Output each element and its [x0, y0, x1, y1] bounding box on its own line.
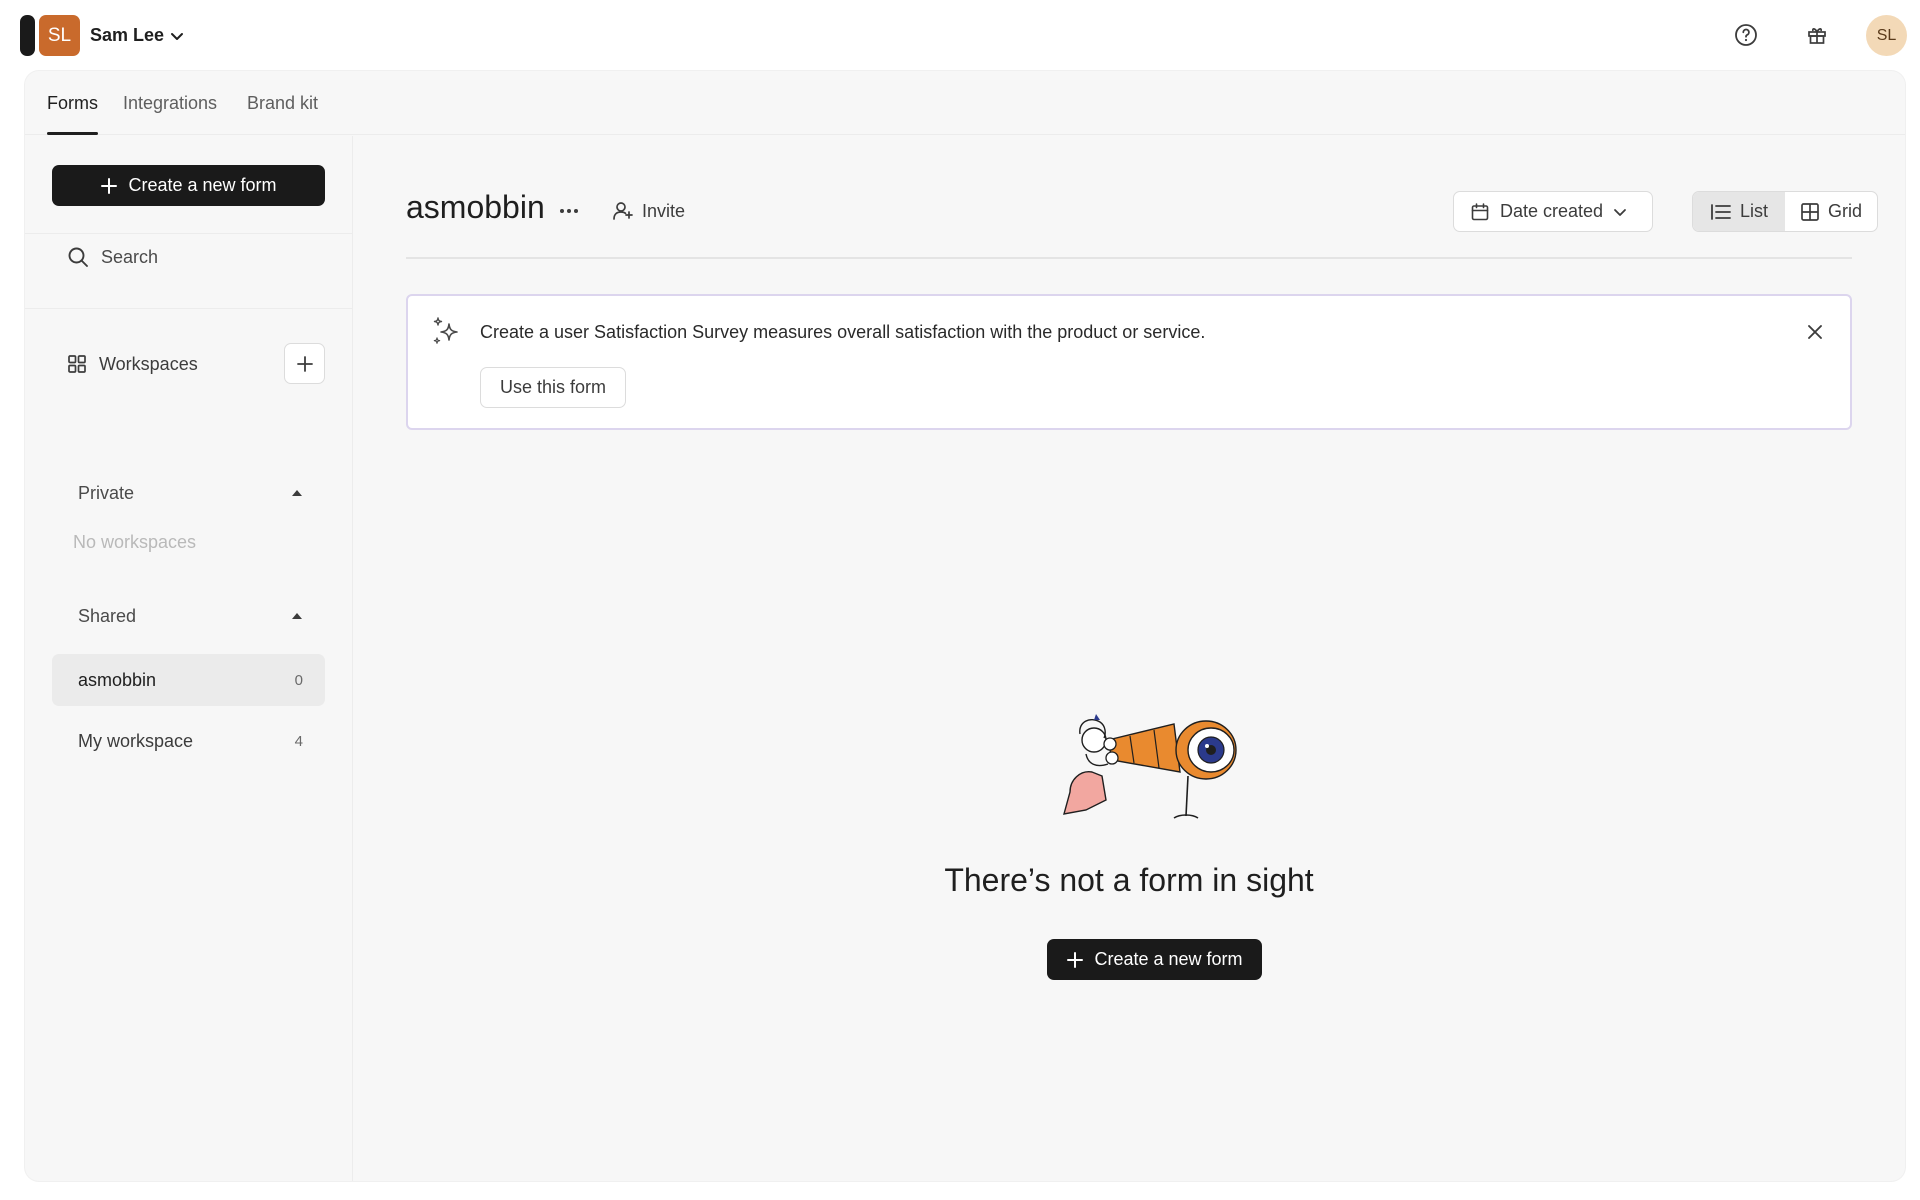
telescope-illustration [1063, 714, 1237, 819]
search-input[interactable]: Search [67, 240, 158, 274]
workspace-name: asmobbin [78, 669, 157, 690]
list-icon [1711, 203, 1731, 220]
private-group-toggle[interactable]: Private [52, 473, 325, 513]
caret-up-icon [292, 613, 302, 619]
main-card: Forms Integrations Brand kit Create a ne… [25, 71, 1905, 1181]
add-workspace-button[interactable] [284, 343, 325, 384]
gift-icon[interactable] [1799, 17, 1835, 53]
workspace-title: asmobbin [406, 189, 545, 225]
private-group-label: Private [78, 482, 135, 503]
sort-label: Date created [1500, 201, 1604, 221]
workspace-count: 4 [294, 732, 303, 750]
template-suggestion-banner: Create a user Satisfaction Survey measur… [406, 294, 1852, 430]
tab-brand-kit[interactable]: Brand kit [247, 93, 318, 135]
tab-bar: Forms Integrations Brand kit [25, 71, 1905, 135]
help-icon[interactable] [1728, 17, 1764, 53]
grid-view-button[interactable]: Grid [1785, 192, 1877, 231]
workspace-count: 0 [294, 671, 303, 689]
grid-icon [68, 355, 86, 373]
account-switcher[interactable]: Sam Lee [90, 23, 184, 48]
plus-icon [101, 177, 118, 194]
tab-forms[interactable]: Forms [47, 93, 98, 135]
tab-integrations[interactable]: Integrations [123, 93, 217, 135]
user-avatar[interactable]: SL [1866, 15, 1907, 56]
workspace-name: My workspace [78, 730, 194, 751]
top-bar: SL Sam Lee SL [0, 0, 1920, 70]
add-user-icon [613, 202, 633, 220]
plus-icon [1067, 951, 1084, 968]
create-form-label: Create a new form [128, 175, 277, 195]
dismiss-suggestion-button[interactable] [1800, 317, 1830, 347]
sidebar-divider [25, 308, 353, 309]
plus-icon [296, 355, 313, 372]
view-toggle: List Grid [1692, 191, 1878, 232]
sort-dropdown[interactable]: Date created [1453, 191, 1653, 232]
close-icon [1808, 325, 1822, 339]
app-logo[interactable] [20, 15, 35, 56]
more-options-button[interactable] [554, 196, 584, 226]
use-this-form-button[interactable]: Use this form [480, 367, 626, 408]
shared-group-toggle[interactable]: Shared [52, 596, 325, 636]
ellipsis-icon [560, 209, 578, 213]
workspace-item-my-workspace[interactable]: My workspace 4 [52, 715, 325, 767]
chevron-down-icon [1614, 208, 1626, 216]
search-placeholder: Search [101, 246, 159, 267]
create-form-button[interactable]: Create a new form [52, 165, 325, 206]
workspaces-label: Workspaces [99, 353, 198, 374]
workspace-content: asmobbin Invite Date created List Grid C… [406, 136, 1878, 1181]
grid-view-label: Grid [1827, 201, 1862, 221]
workspaces-header: Workspaces [67, 347, 198, 381]
header-divider [406, 257, 1852, 259]
empty-state-create-button[interactable]: Create a new form [1047, 939, 1262, 980]
shared-group-label: Shared [78, 605, 137, 626]
empty-state-title: There’s not a form in sight [944, 862, 1314, 898]
sidebar-divider [25, 233, 353, 234]
list-view-button[interactable]: List [1693, 192, 1785, 231]
caret-up-icon [292, 490, 302, 496]
invite-label: Invite [642, 200, 686, 221]
empty-state-create-label: Create a new form [1094, 949, 1243, 969]
list-view-label: List [1739, 201, 1768, 221]
search-icon [68, 247, 88, 267]
invite-button[interactable]: Invite [612, 194, 685, 228]
workspace-item-asmobbin[interactable]: asmobbin 0 [52, 654, 325, 706]
sidebar: Create a new form Search Workspaces Priv… [25, 136, 353, 1181]
account-avatar[interactable]: SL [39, 15, 80, 56]
chevron-down-icon [171, 32, 184, 40]
grid-icon [1801, 202, 1819, 221]
no-workspaces-note: No workspaces [73, 532, 197, 552]
sparkle-icon [433, 317, 458, 344]
calendar-icon [1471, 202, 1489, 220]
account-name: Sam Lee [90, 25, 165, 45]
suggestion-text: Create a user Satisfaction Survey measur… [480, 322, 1206, 342]
